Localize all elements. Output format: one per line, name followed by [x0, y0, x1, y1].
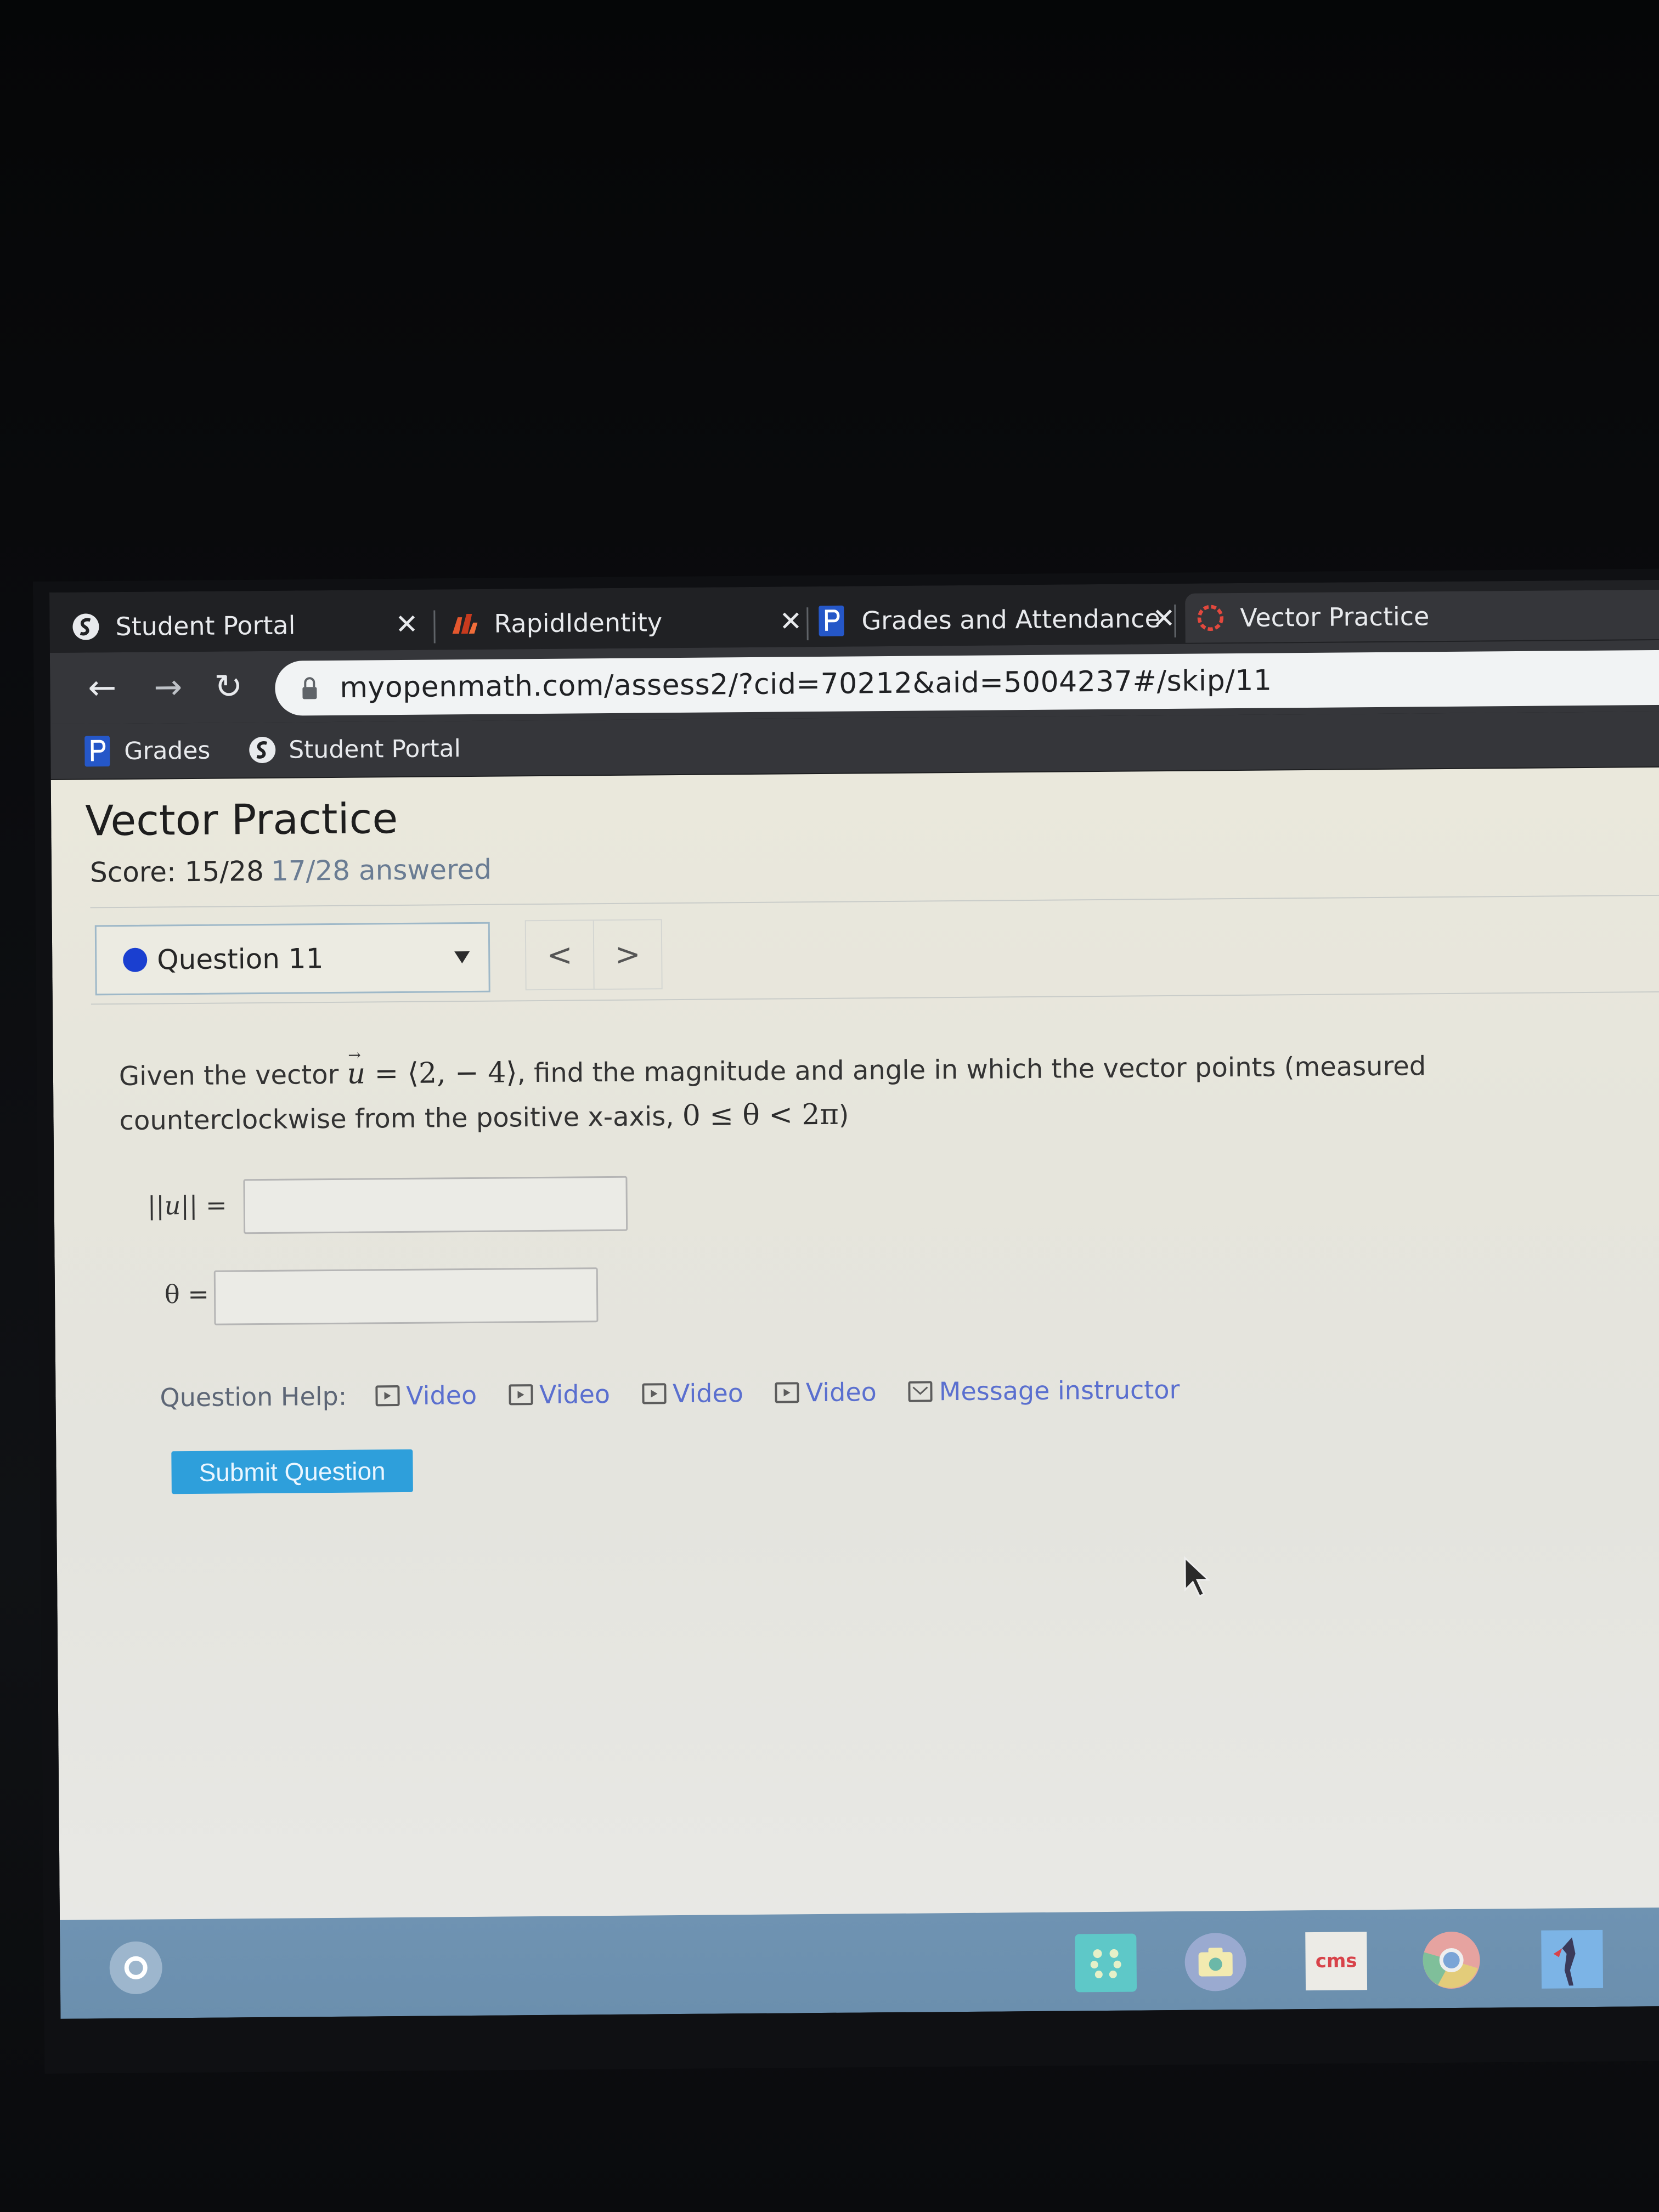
chrome-app[interactable] [1420, 1931, 1482, 1990]
norm-bars-equals: || = [180, 1190, 227, 1221]
vector-u: u [164, 1190, 181, 1221]
question-text-part: ) [838, 1099, 849, 1131]
magnitude-input[interactable] [243, 1176, 628, 1234]
chevron-down-icon [454, 951, 470, 964]
link-label: Video [539, 1379, 611, 1410]
tab-student-portal[interactable]: Student Portal ✕ [71, 600, 423, 652]
submit-question-button[interactable]: Submit Question [171, 1449, 413, 1494]
next-question-button[interactable]: > [592, 920, 662, 989]
angle-label: θ = [164, 1279, 210, 1310]
os-shelf: cms [60, 1907, 1659, 2019]
powerschool-p-icon [83, 736, 112, 767]
bookmark-label: Student Portal [289, 734, 461, 764]
reload-button[interactable]: ↻ [209, 666, 248, 706]
address-bar[interactable]: myopenmath.com/assess2/?cid=70212&aid=50… [274, 649, 1659, 716]
chrome-icon [1423, 1932, 1480, 1989]
score-text: Score: 15/28 [89, 855, 264, 889]
answered-count: 17/28 answered [270, 853, 492, 887]
launcher-button[interactable] [109, 1941, 163, 1995]
link-label: Video [672, 1378, 744, 1409]
question-text-part: Given the vector [119, 1059, 347, 1092]
powerschool-p-icon [817, 605, 846, 636]
vector-components: = ⟨2, − 4⟩ [365, 1056, 517, 1091]
video-icon [775, 1382, 800, 1403]
video-icon [641, 1383, 667, 1404]
video-link[interactable]: Video [641, 1378, 744, 1409]
video-icon [375, 1385, 400, 1407]
divider [90, 894, 1659, 909]
close-tab-icon[interactable]: ✕ [1152, 602, 1175, 634]
tab-label: RapidIdentity [494, 607, 663, 639]
tab-label: Vector Practice [1240, 601, 1430, 633]
question-select-label: Question 11 [157, 943, 324, 976]
magnitude-label: ||u|| = [148, 1190, 227, 1220]
tab-separator [806, 607, 809, 641]
video-link[interactable]: Video [375, 1380, 477, 1410]
video-link[interactable]: Video [775, 1377, 877, 1407]
globe-s-icon [71, 612, 100, 641]
lock-icon [301, 672, 323, 704]
question-help: Question Help: Video Video Video Video M… [160, 1374, 1211, 1413]
tab-rapididentity[interactable]: RapidIdentity ✕ [450, 596, 803, 648]
tab-label: Student Portal [115, 610, 296, 642]
previous-question-button[interactable]: < [526, 921, 594, 989]
status-dot-icon [123, 947, 148, 972]
question-text: Given the vector u = ⟨2, − 4⟩, find the … [119, 1043, 1546, 1143]
url-text[interactable]: myopenmath.com/assess2/?cid=70212&aid=50… [340, 664, 1272, 704]
vector-u: u [347, 1052, 365, 1096]
bookmark-label: Grades [124, 736, 211, 765]
angle-range: 0 ≤ θ < 2π [682, 1098, 839, 1132]
close-tab-icon[interactable]: ✕ [779, 605, 802, 637]
rapididentity-icon [450, 610, 478, 638]
globe-s-icon [248, 736, 276, 764]
browser-toolbar: ← → ↻ myopenmath.com/assess2/?cid=70212&… [49, 640, 1659, 724]
forward-button[interactable]: → [149, 667, 188, 707]
character-icon [1553, 1937, 1576, 1986]
camera-icon [1198, 1948, 1233, 1977]
link-label: Video [406, 1380, 477, 1410]
tab-label: Grades and Attendance [861, 603, 1160, 636]
myopenmath-ring-icon [1196, 603, 1224, 632]
page-title: Vector Practice [84, 794, 398, 845]
message-instructor-link[interactable]: Message instructor [908, 1374, 1180, 1407]
dots-icon [1090, 1949, 1121, 1979]
tab-vector-practice[interactable]: Vector Practice [1185, 589, 1659, 643]
norm-bars: || [147, 1190, 165, 1221]
camera-app[interactable] [1184, 1932, 1247, 1991]
cms-app[interactable]: cms [1305, 1932, 1368, 1991]
assessment-page: Vector Practice Score: 15/28 17/28 answe… [50, 767, 1659, 1987]
bookmark-grades[interactable]: Grades [83, 733, 211, 769]
vector-expression: u = ⟨2, − 4⟩ [347, 1056, 517, 1090]
question-select[interactable]: Question 11 [94, 922, 490, 996]
video-link[interactable]: Video [508, 1379, 611, 1410]
tab-separator [433, 610, 436, 644]
question-help-label: Question Help: [160, 1381, 347, 1413]
angle-input[interactable] [213, 1267, 599, 1325]
tab-grades-and-attendance[interactable]: Grades and Attendance ✕ [817, 594, 1176, 646]
close-tab-icon[interactable]: ✕ [395, 608, 418, 640]
question-nav: < > [524, 919, 663, 991]
back-button[interactable]: ← [83, 667, 122, 707]
link-label: Video [805, 1377, 877, 1408]
mail-icon [908, 1381, 933, 1402]
link-label: Message instructor [939, 1374, 1180, 1407]
screen: Student Portal ✕ RapidIdentity ✕ Grades … [49, 579, 1659, 2019]
tab-separator [1174, 604, 1176, 637]
app-launcher-dots[interactable] [1075, 1933, 1137, 1993]
mouse-pointer-icon [1184, 1556, 1210, 1598]
video-icon [508, 1384, 533, 1406]
bookmark-student-portal[interactable]: Student Portal [248, 731, 461, 768]
launcher-circle-icon [124, 1956, 148, 1980]
game-app[interactable] [1541, 1929, 1604, 1989]
